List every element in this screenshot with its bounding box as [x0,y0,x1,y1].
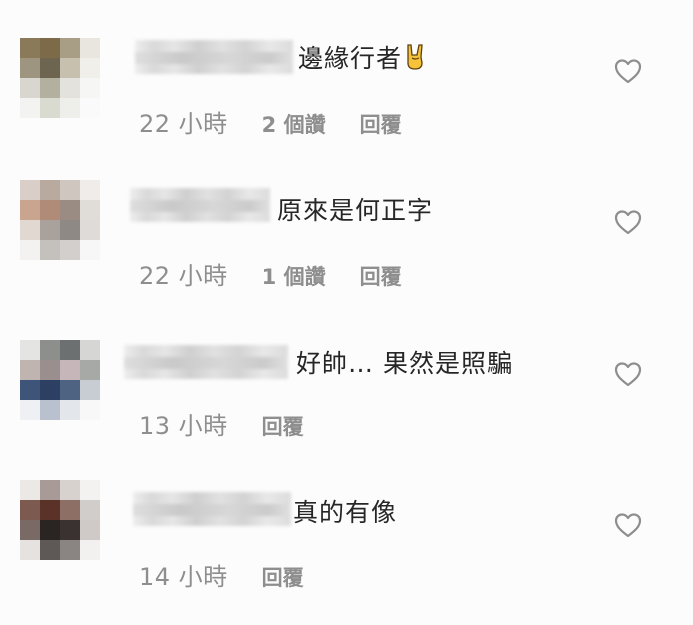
comment-text-content: 原來是何正字 [277,196,434,225]
heart-outline-icon[interactable] [614,58,642,84]
reply-button[interactable]: 回覆 [262,415,304,439]
comment-timestamp[interactable]: 22 小時 [139,262,228,290]
blurred-username[interactable] [133,492,291,526]
heart-outline-icon[interactable] [614,512,642,538]
comment-meta: 13 小時 回覆 [139,411,304,442]
comment-text: 真的有像 [293,496,397,530]
comment-meta: 14 小時 回覆 [139,562,304,593]
comment-item: 原來是何正字 22 小時 1 個讚 回覆 [0,150,693,300]
avatar[interactable] [20,480,100,560]
blurred-username[interactable] [124,345,288,379]
avatar[interactable] [20,340,100,420]
blurred-username[interactable] [130,188,270,222]
reply-button[interactable]: 回覆 [360,113,402,137]
comment-timestamp[interactable]: 13 小時 [139,412,228,440]
comment-item: 邊緣行者 22 小時 2 個讚 回覆 [0,0,693,150]
like-count[interactable]: 1 個讚 [262,265,326,289]
comment-text: 原來是何正字 [277,194,433,228]
avatar[interactable] [20,180,100,260]
comment-text-content: 好帥… 果然是照騙 [296,349,513,378]
heart-outline-icon[interactable] [614,361,642,387]
comment-text: 邊緣行者 [298,42,426,76]
reply-button[interactable]: 回覆 [262,566,304,590]
like-count[interactable]: 2 個讚 [262,113,326,137]
comment-text: 好帥… 果然是照騙 [296,347,513,381]
heart-outline-icon[interactable] [614,209,642,235]
comment-item: 好帥… 果然是照騙 13 小時 回覆 [0,300,693,450]
comment-text-content: 邊緣行者 [298,44,403,73]
comment-meta: 22 小時 1 個讚 回覆 [139,261,402,292]
comment-timestamp[interactable]: 22 小時 [139,110,228,138]
comment-meta: 22 小時 2 個讚 回覆 [139,109,402,140]
reply-button[interactable]: 回覆 [360,265,402,289]
comment-timestamp[interactable]: 14 小時 [139,563,228,591]
horns-emoji-icon [404,43,426,71]
comment-text-content: 真的有像 [293,498,398,527]
comment-item: 真的有像 14 小時 回覆 [0,450,693,600]
blurred-username[interactable] [135,40,293,74]
avatar[interactable] [20,38,100,118]
